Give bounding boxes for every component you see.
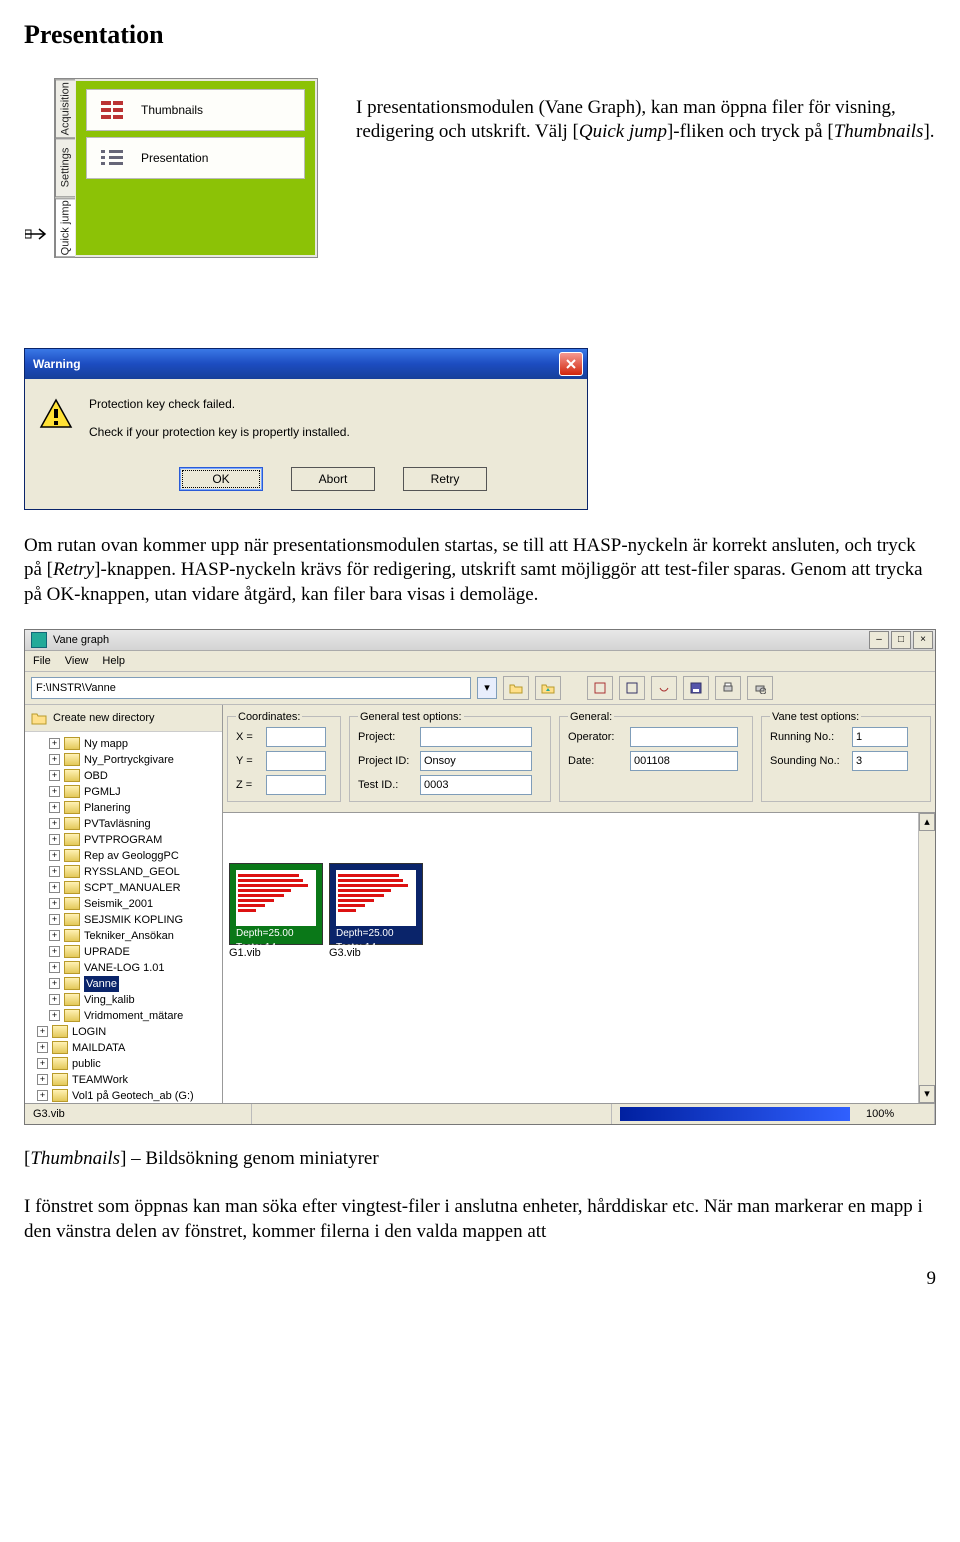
page-number: 9: [24, 1268, 936, 1290]
maximize-button[interactable]: □: [891, 631, 911, 649]
print-button[interactable]: [715, 676, 741, 700]
operator-input[interactable]: [630, 727, 738, 747]
vtab-quickjump[interactable]: Quick jump: [55, 198, 75, 257]
sidebar-panel: Acquisition Settings Quick jump Thumbnai…: [54, 78, 318, 258]
minimize-button[interactable]: –: [869, 631, 889, 649]
project-id-input[interactable]: [420, 751, 532, 771]
tree-item[interactable]: +TEAMWork: [27, 1072, 220, 1088]
print-preview-button[interactable]: [747, 676, 773, 700]
window-title: Vane graph: [53, 634, 109, 646]
bottom-paragraph: I fönstret som öppnas kan man söka efter…: [24, 1195, 936, 1244]
sidebar-btn-label: Presentation: [141, 151, 208, 165]
abort-button[interactable]: Abort: [291, 467, 375, 491]
project-input[interactable]: [420, 727, 532, 747]
vtab-acquisition[interactable]: Acquisition: [55, 79, 75, 138]
tree-item[interactable]: +SEJSMIK KOPLING: [27, 912, 220, 928]
warning-line2: Check if your protection key is propertl…: [89, 425, 350, 439]
tree-item[interactable]: +PVTPROGRAM: [27, 832, 220, 848]
sidebar-btn-thumbnails[interactable]: Thumbnails: [86, 89, 305, 131]
status-bar: G3.vib 100%: [25, 1103, 935, 1124]
thumbnails-caption: [Thumbnails] – Bildsökning genom miniaty…: [24, 1147, 936, 1171]
fs-vane-legend: Vane test options:: [770, 711, 861, 723]
fs-gto-legend: General test options:: [358, 711, 464, 723]
intro-paragraph: I presentationsmodulen (Vane Graph), kan…: [356, 78, 936, 145]
scrollbar[interactable]: ▴ ▾: [918, 813, 935, 1103]
tree-item[interactable]: +Vridmoment_mätare: [27, 1008, 220, 1024]
path-dropdown[interactable]: ▾: [477, 677, 497, 699]
path-input[interactable]: [31, 677, 471, 699]
open-folder-button[interactable]: [503, 676, 529, 700]
thumbnail[interactable]: Depth=25.00Tests: 14G3.vib: [329, 863, 423, 961]
tool-btn-1[interactable]: [587, 676, 613, 700]
thumbnails-area: Depth=25.00Tests: 14G1.vibDepth=25.00Tes…: [223, 813, 935, 1103]
arrow-callout: [25, 227, 53, 241]
tree-item[interactable]: +SCPT_MANUALER: [27, 880, 220, 896]
date-input[interactable]: [630, 751, 738, 771]
app-icon: [31, 632, 47, 648]
tree-item[interactable]: +Rep av GeologgPC: [27, 848, 220, 864]
warning-dialog: Warning Protection key check failed. Che…: [24, 348, 588, 510]
status-file: G3.vib: [25, 1104, 252, 1124]
fs-coords-legend: Coordinates:: [236, 711, 302, 723]
tree-item[interactable]: +RYSSLAND_GEOL: [27, 864, 220, 880]
status-percent: 100%: [858, 1104, 935, 1124]
tree-item[interactable]: +Vanne: [27, 976, 220, 992]
page-title: Presentation: [24, 20, 936, 50]
tree-item[interactable]: +public: [27, 1056, 220, 1072]
body-paragraph-2: Om rutan ovan kommer upp när presentatio…: [24, 534, 936, 607]
sidebar-btn-presentation[interactable]: Presentation: [86, 137, 305, 179]
retry-button[interactable]: Retry: [403, 467, 487, 491]
tree-item[interactable]: +MAILDATA: [27, 1040, 220, 1056]
ok-button[interactable]: OK: [179, 467, 263, 491]
coord-x-input[interactable]: [266, 727, 326, 747]
progress-bar: [620, 1107, 850, 1121]
tree-item[interactable]: +Planering: [27, 800, 220, 816]
tree-item[interactable]: +Tekniker_Ansökan: [27, 928, 220, 944]
tree-item[interactable]: +Ving_kalib: [27, 992, 220, 1008]
path-toolbar: ▾: [25, 672, 935, 705]
sounding-no-input[interactable]: [852, 751, 908, 771]
menu-file[interactable]: File: [33, 655, 51, 667]
folder-tree: Create new directory +Ny mapp+Ny_Portryc…: [25, 705, 223, 1103]
tree-item[interactable]: +PGMLJ: [27, 784, 220, 800]
tree-item[interactable]: +Ny_Portryckgivare: [27, 752, 220, 768]
up-folder-button[interactable]: [535, 676, 561, 700]
tree-item[interactable]: +PVTavläsning: [27, 816, 220, 832]
menu-view[interactable]: View: [65, 655, 89, 667]
presentation-icon: [101, 150, 123, 166]
tree-item[interactable]: +Ny mapp: [27, 736, 220, 752]
menu-bar: File View Help: [25, 651, 935, 672]
running-no-input[interactable]: [852, 727, 908, 747]
coord-z-input[interactable]: [266, 775, 326, 795]
tool-btn-3[interactable]: [651, 676, 677, 700]
fs-general-legend: General:: [568, 711, 614, 723]
tool-btn-2[interactable]: [619, 676, 645, 700]
coord-y-input[interactable]: [266, 751, 326, 771]
tree-item[interactable]: +VANE-LOG 1.01: [27, 960, 220, 976]
tree-item[interactable]: +OBD: [27, 768, 220, 784]
warning-title: Warning: [33, 357, 81, 371]
close-button[interactable]: ×: [913, 631, 933, 649]
tree-item[interactable]: +Vol1 på Geotech_ab (G:): [27, 1088, 220, 1103]
menu-help[interactable]: Help: [102, 655, 125, 667]
warning-icon: [39, 397, 73, 431]
thumbnails-icon: [101, 101, 123, 119]
tree-item[interactable]: +UPRADE: [27, 944, 220, 960]
close-button[interactable]: [559, 352, 583, 376]
warning-line1: Protection key check failed.: [89, 397, 350, 411]
thumbnail[interactable]: Depth=25.00Tests: 14G1.vib: [229, 863, 323, 961]
tree-item[interactable]: +LOGIN: [27, 1024, 220, 1040]
test-id-input[interactable]: [420, 775, 532, 795]
vtab-settings[interactable]: Settings: [55, 138, 75, 197]
save-button[interactable]: [683, 676, 709, 700]
warning-titlebar: Warning: [25, 349, 587, 379]
create-directory-button[interactable]: Create new directory: [25, 705, 222, 732]
tree-item[interactable]: +Seismik_2001: [27, 896, 220, 912]
vane-graph-window: Vane graph – □ × File View Help ▾ Create…: [24, 629, 936, 1125]
window-titlebar: Vane graph – □ ×: [25, 630, 935, 651]
sidebar-btn-label: Thumbnails: [141, 103, 203, 117]
